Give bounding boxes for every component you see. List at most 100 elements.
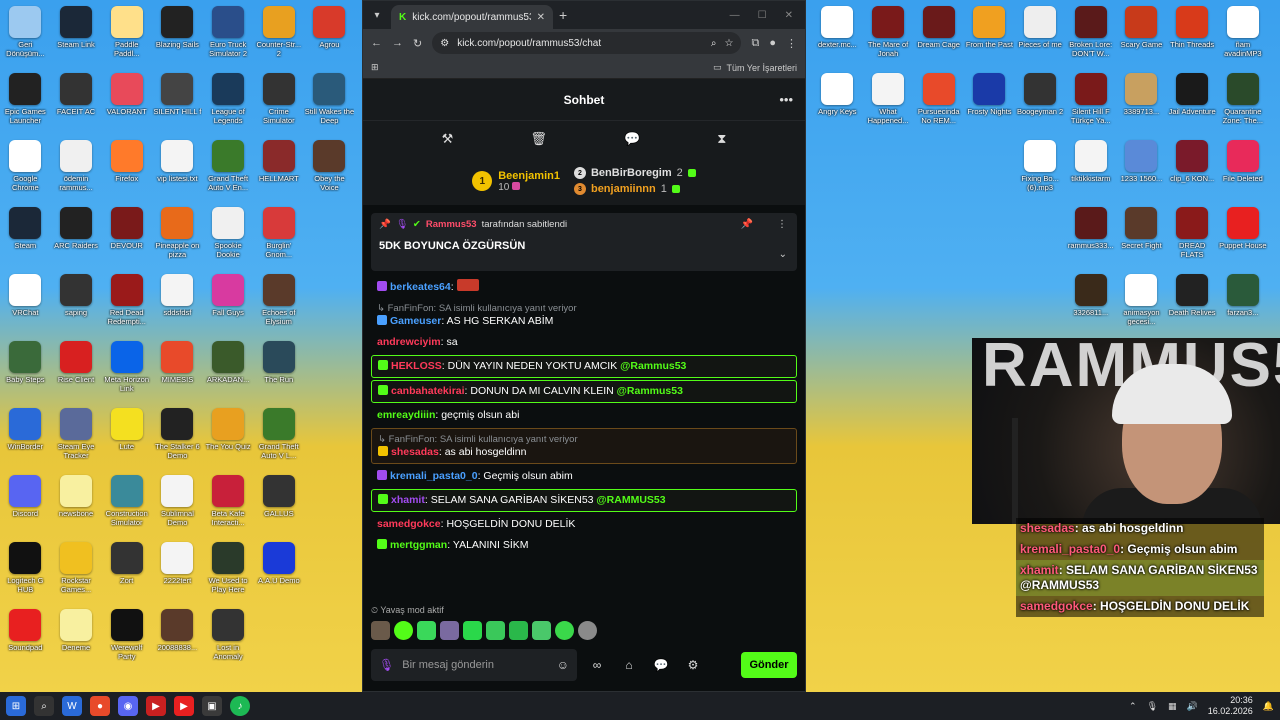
desktop-icon[interactable]: The Mare of Jonah	[863, 4, 914, 71]
desktop-icon[interactable]: FACEIT AC	[51, 71, 102, 138]
chat-message[interactable]: ↳ FanFinFon: SA isimli kullanıcıya yanıt…	[371, 298, 797, 332]
desktop-icon[interactable]: Steam Link	[51, 4, 102, 71]
desktop-icon[interactable]: Steam Eye Tracker	[51, 406, 102, 473]
desktop-icon[interactable]: ñam avadinMP3	[1218, 4, 1269, 71]
notifications-icon[interactable]: 🔔	[1263, 701, 1274, 712]
desktop-icon[interactable]: Fixing Bo... (6).mp3	[1015, 138, 1066, 205]
youtube-icon[interactable]: ▶	[174, 696, 194, 716]
forward-icon[interactable]: →	[392, 37, 403, 49]
desktop-icon[interactable]: Google Chrome	[0, 138, 51, 205]
volume-icon[interactable]: 🔊	[1187, 701, 1198, 712]
desktop-icon[interactable]: saping	[51, 272, 102, 339]
desktop-icon[interactable]: ARKADAN...	[203, 339, 254, 406]
desktop-icon[interactable]: Grand Theft Auto V L...	[253, 406, 304, 473]
emote[interactable]	[509, 621, 528, 640]
desktop-icon[interactable]: Lost in Anomaly	[203, 607, 254, 674]
desktop-icon[interactable]: Spookie Dookie	[203, 205, 254, 272]
start-windows-icon[interactable]: ⊞	[6, 696, 26, 716]
desktop-icon[interactable]: VRChat	[0, 272, 51, 339]
desktop-icon[interactable]: The Run	[253, 339, 304, 406]
leaderboard-third[interactable]: 3 benjamiinnn 1	[573, 183, 696, 195]
desktop-icon[interactable]: rammus333...	[1065, 205, 1116, 272]
desktop-icon[interactable]: Burglin' Gnom...	[253, 205, 304, 272]
desktop-icon[interactable]: Still Wakes the Deep	[304, 71, 355, 138]
desktop-icon[interactable]: Dream Cage	[913, 4, 964, 71]
desktop-icon[interactable]: Crime Simulator	[253, 71, 304, 138]
desktop-icon[interactable]: sddsfdsf	[152, 272, 203, 339]
tab-search-icon[interactable]: ▾	[369, 10, 385, 21]
emoji-icon[interactable]: ☺	[557, 658, 569, 672]
desktop-icon[interactable]: DREAD FLATS	[1167, 205, 1218, 272]
site-info-icon[interactable]: ⚙	[440, 38, 449, 49]
chat-bubble-icon[interactable]: 💬	[624, 131, 640, 147]
search-icon[interactable]: ⌕	[34, 696, 54, 716]
desktop-icon[interactable]: The Stalker 6 Demo	[152, 406, 203, 473]
url-field[interactable]: ⚙ kick.com/popout/rammus53/chat ⌕ ☆	[432, 32, 742, 54]
clock[interactable]: 20:36 16.02.2026	[1208, 695, 1253, 717]
chevron-down-icon[interactable]: ⌄	[779, 249, 787, 260]
desktop-icon[interactable]: Euro Truck Simulator 2	[203, 4, 254, 71]
desktop-icon[interactable]: ARC Raiders	[51, 205, 102, 272]
desktop-icon[interactable]: The You Quiz	[203, 406, 254, 473]
desktop-icon[interactable]: Soundpad	[0, 607, 51, 674]
desktop-icon[interactable]: Rockstar Games...	[51, 540, 102, 607]
desktop-icon[interactable]: Blazing Sails	[152, 4, 203, 71]
leaderboard-second[interactable]: 2 BenBirBoregim 2	[573, 167, 696, 179]
emote[interactable]	[463, 621, 482, 640]
leaderboard-first[interactable]: 1 Beenjamin1 10	[472, 170, 560, 193]
desktop-icon[interactable]: Steam	[0, 205, 51, 272]
discord-icon[interactable]: ◉	[118, 696, 138, 716]
chrome-icon[interactable]: ●	[90, 696, 110, 716]
hammer-icon[interactable]: ⚒	[442, 131, 454, 147]
apps-grid-icon[interactable]: ⊞	[371, 62, 379, 73]
desktop-icon[interactable]: Deneme	[51, 607, 102, 674]
minimize-icon[interactable]: —	[730, 10, 740, 21]
desktop-icon[interactable]: What Happened...	[863, 71, 914, 138]
desktop-icon[interactable]: Meta Horizon Link	[101, 339, 152, 406]
desktop-icon[interactable]: Puppet House	[1218, 205, 1269, 272]
chat-input-box[interactable]: 🎙 ☺	[371, 649, 577, 681]
desktop-icon[interactable]: farzan3...	[1218, 272, 1269, 339]
desktop-icon[interactable]: Angry Keys	[812, 71, 863, 138]
mention[interactable]: @Rammus53	[620, 360, 686, 372]
desktop-icon[interactable]: newsbone	[51, 473, 102, 540]
desktop-icon[interactable]: 3326811...	[1065, 272, 1116, 339]
desktop-icon[interactable]: animasyon gecesi...	[1116, 272, 1167, 339]
desktop-icon[interactable]: Beta Kafe Interacti...	[203, 473, 254, 540]
desktop-icon[interactable]: Logitech G HUB	[0, 540, 51, 607]
desktop-icon[interactable]: WinBorder	[0, 406, 51, 473]
chat-message[interactable]: kremali_pasta0_0: Geçmiş olsun abim	[371, 466, 797, 487]
reload-icon[interactable]: ↻	[413, 37, 422, 50]
microphone-icon[interactable]: 🎙	[379, 658, 394, 672]
chat-username[interactable]: canbahatekirai	[391, 385, 465, 397]
desktop-icon[interactable]: dexter.mc...	[812, 4, 863, 71]
emote[interactable]	[417, 621, 436, 640]
desktop-icon[interactable]: Thin Threads	[1167, 4, 1218, 71]
store-icon[interactable]: ⌂	[617, 658, 641, 672]
hourglass-icon[interactable]: ⧗	[717, 131, 726, 147]
desktop-icon[interactable]: ödemin rammus...	[51, 138, 102, 205]
network-icon[interactable]: ▦	[1168, 701, 1177, 712]
desktop-icon[interactable]: 1233 1560...	[1116, 138, 1167, 205]
desktop-icon[interactable]: VALORANT	[101, 71, 152, 138]
desktop-icon[interactable]: A.A.U Demo	[253, 540, 304, 607]
desktop-icon[interactable]: Firefox	[101, 138, 152, 205]
desktop-icon[interactable]: Jail Adventure	[1167, 71, 1218, 138]
chat-message[interactable]: andrewciyim: sa	[371, 332, 797, 353]
taskbar-app-icon[interactable]: ▶	[146, 696, 166, 716]
chat-message[interactable]: mertggman: YALANINI SİKM	[371, 535, 797, 556]
desktop-icon[interactable]: Pineapple on pizza	[152, 205, 203, 272]
desktop-icon[interactable]: Broken Lore: DON'T W...	[1065, 4, 1116, 71]
desktop-icon[interactable]: Obey the Voice	[304, 138, 355, 205]
desktop-icon[interactable]: GALLUS	[253, 473, 304, 540]
chat-message[interactable]: ↳ FanFinFon: SA isimli kullanıcıya yanıt…	[371, 428, 797, 464]
desktop-icon[interactable]: Red Dead Redempti...	[101, 272, 152, 339]
desktop-icon[interactable]: Geri Dönüşüm...	[0, 4, 51, 71]
taskbar-app-icon[interactable]: W	[62, 696, 82, 716]
desktop-icon[interactable]: Werewolf Party	[101, 607, 152, 674]
desktop-icon[interactable]: Zort	[101, 540, 152, 607]
emote[interactable]	[486, 621, 505, 640]
desktop-icon[interactable]: File Deleted	[1218, 138, 1269, 205]
profile-avatar-icon[interactable]: ●	[769, 37, 776, 49]
extensions-icon[interactable]: ⧉	[751, 37, 759, 50]
